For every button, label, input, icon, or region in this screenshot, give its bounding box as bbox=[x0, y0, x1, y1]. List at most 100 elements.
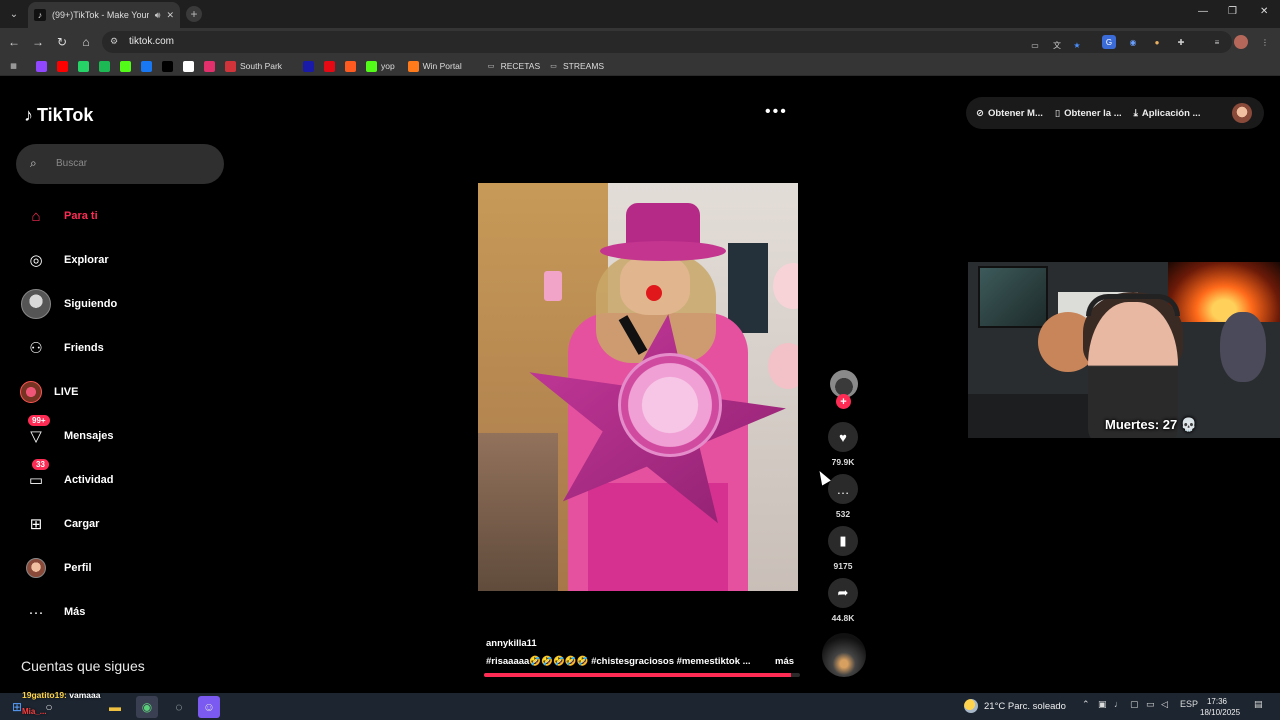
bookmark-item[interactable]: ▭ RECETAS bbox=[486, 59, 540, 73]
bookmark-item[interactable]: Win Portal bbox=[407, 59, 462, 73]
nav-para-ti[interactable]: ⌂ Para ti bbox=[20, 201, 97, 231]
restore-icon[interactable]: ❐ bbox=[1228, 6, 1237, 17]
nav-live[interactable]: LIVE bbox=[20, 377, 78, 407]
extension-audio-icon[interactable]: ◉ bbox=[1126, 35, 1140, 49]
new-tab-button[interactable]: + bbox=[186, 6, 202, 22]
video-caption[interactable]: #risaaaaa🤣🤣🤣🤣🤣 #chistesgraciosos #memest… bbox=[486, 656, 751, 667]
home-icon: ⌂ bbox=[31, 207, 41, 225]
bookmark-item[interactable] bbox=[303, 59, 314, 73]
weather-icon bbox=[964, 699, 978, 713]
bookmark-favicon bbox=[78, 60, 89, 72]
bookmark-item[interactable] bbox=[204, 59, 215, 73]
microphone-icon[interactable]: ♩ bbox=[1114, 699, 1123, 709]
site-info-icon[interactable]: ⚙ bbox=[110, 36, 122, 48]
bookmark-item[interactable] bbox=[345, 59, 356, 73]
live-avatar bbox=[20, 377, 42, 407]
home-icon[interactable]: ⌂ bbox=[78, 34, 94, 50]
bookmark-label: South Park bbox=[240, 61, 283, 71]
bookmark-item[interactable]: yop bbox=[366, 59, 395, 73]
comment-icon: … bbox=[836, 481, 850, 497]
bookmark-favicon bbox=[303, 60, 314, 72]
share-button[interactable]: ➦ bbox=[828, 578, 858, 608]
bookmark-favicon bbox=[324, 60, 335, 72]
tray-chevron-icon[interactable]: ⌃ bbox=[1082, 699, 1090, 710]
chrome-icon[interactable]: ◉ bbox=[136, 696, 158, 718]
close-tab-icon[interactable]: ✕ bbox=[166, 10, 174, 21]
cast-icon[interactable]: ▭ bbox=[1028, 38, 1042, 52]
nav-label: Perfil bbox=[64, 562, 92, 574]
bookmark-label: STREAMS bbox=[563, 61, 605, 71]
bookmark-item[interactable]: ▭ STREAMS bbox=[548, 59, 604, 73]
minimize-icon[interactable]: — bbox=[1198, 6, 1208, 17]
nav-cargar[interactable]: ⊞ Cargar bbox=[20, 509, 100, 539]
bookmark-star-icon[interactable]: ★ bbox=[1070, 38, 1084, 52]
media-control-icon[interactable]: ≡ bbox=[1210, 35, 1224, 49]
message-icon: ▽ 99+ bbox=[20, 415, 52, 451]
like-button[interactable]: ♥ bbox=[828, 422, 858, 452]
reload-icon[interactable]: ↻ bbox=[54, 34, 70, 50]
browser-tab[interactable]: ♪ (99+)TikTok - Make Your D... 🔊︎ ✕ bbox=[28, 2, 180, 28]
forward-icon[interactable]: → bbox=[30, 34, 46, 50]
video-author[interactable]: annykilla11 bbox=[486, 638, 537, 649]
bookmark-item[interactable] bbox=[141, 59, 152, 73]
tray-device-icon[interactable]: ▣ bbox=[1098, 699, 1107, 710]
tab-search-icon[interactable]: ⌄ bbox=[4, 4, 24, 24]
bookmark-item[interactable] bbox=[324, 59, 335, 73]
network-icon[interactable]: ▭ bbox=[1146, 699, 1155, 710]
sound-disc-thumbnail[interactable] bbox=[822, 633, 866, 677]
caption-more-link[interactable]: más bbox=[775, 656, 794, 667]
weather-widget[interactable]: 21°C Parc. soleado bbox=[964, 699, 1066, 713]
extension-translate-icon[interactable]: G bbox=[1102, 35, 1116, 49]
bookmark-favicon bbox=[345, 60, 356, 72]
bookmark-item[interactable] bbox=[36, 59, 47, 73]
kebab-menu-icon[interactable]: ⋮ bbox=[1258, 35, 1272, 49]
extensions-puzzle-icon[interactable]: ✚ bbox=[1174, 35, 1188, 49]
video-progress-bar[interactable] bbox=[484, 673, 800, 677]
nav-perfil[interactable]: Perfil bbox=[20, 553, 92, 583]
language-indicator[interactable]: ESP bbox=[1180, 699, 1198, 709]
bookmark-item[interactable] bbox=[57, 59, 68, 73]
bookmark-item[interactable] bbox=[162, 59, 173, 73]
file-explorer-icon[interactable]: ▬ bbox=[104, 696, 126, 718]
get-app-button[interactable]: ▯ Obtener la ... bbox=[1055, 108, 1122, 119]
desktop-app-button[interactable]: ⤓ Aplicación ... bbox=[1134, 108, 1201, 119]
bookmark-item[interactable] bbox=[78, 59, 89, 73]
translate-icon[interactable]: 文 bbox=[1050, 38, 1064, 52]
discord-icon[interactable]: ☺ bbox=[198, 696, 220, 718]
deaths-counter: Muertes: 27 💀 bbox=[1105, 417, 1198, 432]
speaker-icon[interactable]: 🔊︎ bbox=[155, 10, 161, 21]
address-bar[interactable]: ⚙ tiktok.com ▭ 文 ★ bbox=[102, 31, 1232, 53]
tray-app-icon[interactable]: ▢ bbox=[1130, 699, 1139, 710]
nav-friends[interactable]: ⚇ Friends bbox=[20, 333, 103, 363]
clock[interactable]: 17:36 18/10/2025 bbox=[1200, 696, 1241, 718]
notifications-icon[interactable]: ▤ bbox=[1254, 699, 1263, 710]
close-window-icon[interactable]: ✕ bbox=[1260, 6, 1268, 17]
comment-button[interactable]: … bbox=[828, 474, 858, 504]
volume-icon[interactable]: ◁ bbox=[1161, 699, 1168, 710]
extension-egg-icon[interactable]: ● bbox=[1150, 35, 1164, 49]
obs-icon[interactable]: ◌ bbox=[168, 696, 190, 718]
save-button[interactable]: ▮ bbox=[828, 526, 858, 556]
follow-plus-button[interactable]: + bbox=[836, 394, 851, 409]
clock-date: 18/10/2025 bbox=[1200, 708, 1241, 717]
weather-text: 21°C Parc. soleado bbox=[984, 700, 1066, 712]
search-input[interactable]: ⌕ Buscar bbox=[16, 144, 224, 184]
bookmark-item[interactable]: South Park bbox=[225, 59, 282, 73]
more-options-icon[interactable]: ••• bbox=[765, 103, 788, 121]
nav-siguiendo[interactable]: Siguiendo bbox=[20, 289, 117, 319]
nav-explorar[interactable]: ◎ Explorar bbox=[20, 245, 108, 275]
apps-grid-icon[interactable]: ▦ bbox=[8, 59, 19, 73]
nav-mas[interactable]: ··· Más bbox=[20, 597, 86, 627]
tiktok-logo[interactable]: ♪ TikTok bbox=[24, 105, 93, 126]
back-icon[interactable]: ← bbox=[6, 34, 22, 50]
bookmark-item[interactable] bbox=[120, 59, 131, 73]
nav-actividad[interactable]: ▭ 33 Actividad bbox=[20, 459, 114, 495]
bookmark-item[interactable] bbox=[99, 59, 110, 73]
profile-avatar-icon[interactable] bbox=[1234, 35, 1248, 49]
get-coins-button[interactable]: ⊘ Obtener M... bbox=[976, 108, 1043, 119]
video-player[interactable] bbox=[478, 183, 804, 591]
user-avatar[interactable] bbox=[1232, 103, 1252, 123]
folder-icon: ▭ bbox=[487, 63, 495, 70]
nav-mensajes[interactable]: ▽ 99+ Mensajes bbox=[20, 415, 114, 451]
bookmark-item[interactable] bbox=[183, 59, 194, 73]
